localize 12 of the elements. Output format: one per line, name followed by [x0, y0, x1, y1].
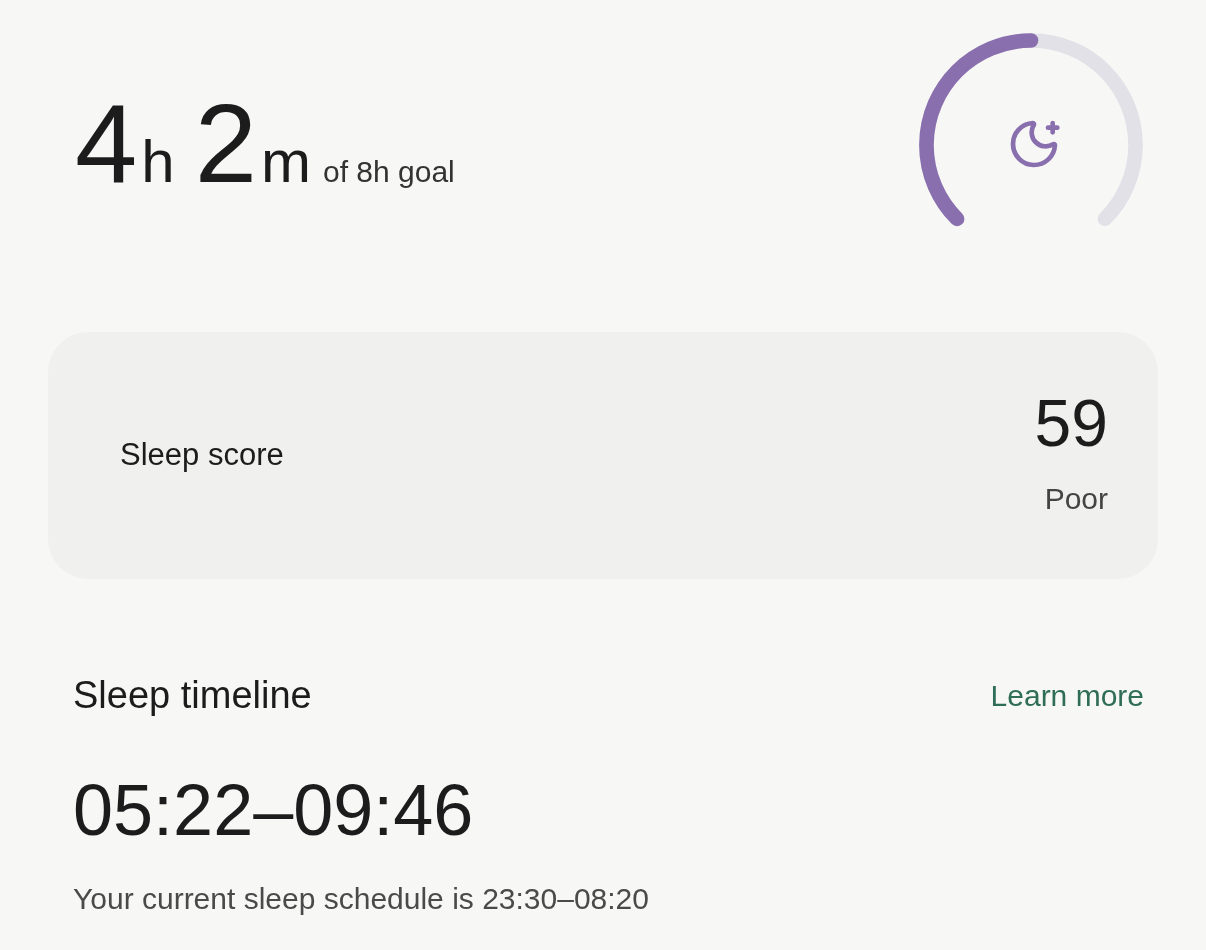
score-rating: Poor	[1044, 481, 1108, 517]
learn-more-link[interactable]: Learn more	[990, 673, 1144, 718]
sleep-range: 05:22–09:46	[72, 774, 475, 846]
section-title: Sleep timeline	[73, 673, 312, 718]
schedule-text: Your current sleep schedule is 23:30–08:20	[72, 881, 650, 917]
hours-value: 4	[75, 88, 138, 200]
goal-text: of 8h goal	[322, 157, 455, 187]
score-label: Sleep score	[120, 436, 284, 475]
hours-unit: h	[141, 132, 175, 192]
score-value: 59	[1034, 390, 1108, 456]
minutes-value: 2	[194, 88, 257, 200]
minutes-unit: m	[260, 132, 311, 192]
